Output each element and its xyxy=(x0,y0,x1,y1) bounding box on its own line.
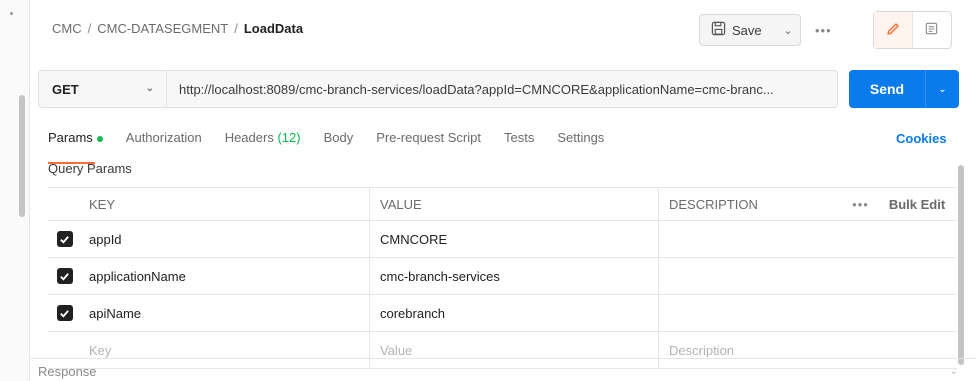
save-icon xyxy=(711,21,726,39)
save-button[interactable]: Save xyxy=(700,15,770,45)
cookies-link[interactable]: Cookies xyxy=(896,131,947,146)
tab-label: Authorization xyxy=(125,130,202,145)
tab-label: Tests xyxy=(503,130,535,145)
headers-count: (12) xyxy=(277,130,301,145)
chevron-down-icon: ⌄ xyxy=(783,24,793,37)
gutter-dot xyxy=(10,12,13,15)
column-header-key: KEY xyxy=(81,188,370,220)
method-select[interactable]: GET ⌄ xyxy=(39,71,167,107)
param-value[interactable]: cmc-branch-services xyxy=(370,258,659,294)
pencil-icon xyxy=(885,21,901,40)
param-value[interactable]: CMNCORE xyxy=(370,221,659,257)
document-icon xyxy=(924,21,939,39)
response-label: Response xyxy=(38,364,97,379)
tab-params[interactable]: Params xyxy=(48,130,103,164)
tab-body[interactable]: Body xyxy=(324,130,354,156)
tab-settings[interactable]: Settings xyxy=(557,130,604,156)
tab-pre-request-script[interactable]: Pre-request Script xyxy=(376,130,481,156)
request-header: CMC / CMC-DATASEGMENT / LoadData Save ⌄ ••• xyxy=(30,0,976,60)
row-checkbox[interactable] xyxy=(56,305,73,321)
tab-label: Pre-request Script xyxy=(376,130,481,145)
row-checkbox-cell xyxy=(48,258,81,294)
param-description[interactable] xyxy=(659,221,844,257)
url-input[interactable]: http://localhost:8089/cmc-branch-service… xyxy=(167,82,827,97)
param-key[interactable]: appId xyxy=(81,221,370,257)
tab-authorization[interactable]: Authorization xyxy=(126,130,202,156)
save-options-button[interactable]: ⌄ xyxy=(776,15,800,45)
documentation-mode-button[interactable] xyxy=(913,12,952,48)
save-button-group: Save ⌄ xyxy=(699,14,801,46)
breadcrumb-collection[interactable]: CMC-DATASEGMENT xyxy=(97,21,228,36)
checkmark-icon xyxy=(60,272,69,281)
tab-label: Headers xyxy=(224,130,274,145)
param-description[interactable] xyxy=(659,295,844,331)
request-tabs: Params Authorization Headers (12) Body P… xyxy=(48,130,627,164)
table-row: appId CMNCORE xyxy=(48,221,957,258)
send-button[interactable]: Send xyxy=(849,81,925,97)
row-checkbox[interactable] xyxy=(56,268,73,284)
query-params-title: Query Params xyxy=(48,161,132,176)
breadcrumb-workspace[interactable]: CMC xyxy=(52,21,82,36)
param-key[interactable]: applicationName xyxy=(81,258,370,294)
checkmark-icon xyxy=(60,309,69,318)
send-options-button[interactable]: ⌄ xyxy=(926,84,959,95)
param-key[interactable]: apiName xyxy=(81,295,370,331)
left-gutter xyxy=(0,0,30,381)
header-check-cell xyxy=(48,188,81,220)
active-params-dot xyxy=(96,135,103,142)
table-header-row: KEY VALUE DESCRIPTION ••• Bulk Edit xyxy=(48,188,957,221)
params-scrollbar[interactable] xyxy=(958,165,964,365)
tab-tests[interactable]: Tests xyxy=(504,130,534,156)
tab-label: Params xyxy=(48,130,93,145)
edit-mode-button[interactable] xyxy=(874,12,913,48)
chevron-down-icon: ⌄ xyxy=(949,366,958,377)
row-checkbox-cell xyxy=(48,221,81,257)
column-options-button[interactable]: ••• xyxy=(844,188,877,220)
checkmark-icon xyxy=(60,235,69,244)
query-params-table: KEY VALUE DESCRIPTION ••• Bulk Edit appI… xyxy=(48,187,957,369)
param-value[interactable]: corebranch xyxy=(370,295,659,331)
save-label: Save xyxy=(732,22,762,38)
response-panel-header[interactable]: Response ⌄ xyxy=(30,358,976,381)
table-row: applicationName cmc-branch-services xyxy=(48,258,957,295)
tab-label: Settings xyxy=(557,130,605,145)
more-actions-button[interactable]: ••• xyxy=(815,23,832,38)
method-label: GET xyxy=(52,81,79,97)
column-header-description: DESCRIPTION xyxy=(669,196,758,212)
view-mode-toggle xyxy=(873,11,952,49)
tab-label: Body xyxy=(323,130,354,145)
sidebar-scrollbar[interactable] xyxy=(19,95,25,217)
send-button-group: Send ⌄ xyxy=(849,70,959,108)
chevron-down-icon: ⌄ xyxy=(938,83,947,95)
tab-headers[interactable]: Headers (12) xyxy=(225,130,301,156)
breadcrumb-separator: / xyxy=(87,21,92,36)
chevron-down-icon: ⌄ xyxy=(145,83,154,94)
row-checkbox-cell xyxy=(48,295,81,331)
bulk-edit-button[interactable]: Bulk Edit xyxy=(877,188,957,220)
column-header-value: VALUE xyxy=(370,188,659,220)
param-description[interactable] xyxy=(659,258,844,294)
row-checkbox[interactable] xyxy=(56,231,73,247)
request-name[interactable]: LoadData xyxy=(244,21,303,36)
table-row: apiName corebranch xyxy=(48,295,957,332)
breadcrumb: CMC / CMC-DATASEGMENT / LoadData xyxy=(52,21,303,36)
url-bar: GET ⌄ http://localhost:8089/cmc-branch-s… xyxy=(38,70,838,108)
breadcrumb-separator: / xyxy=(234,21,238,36)
